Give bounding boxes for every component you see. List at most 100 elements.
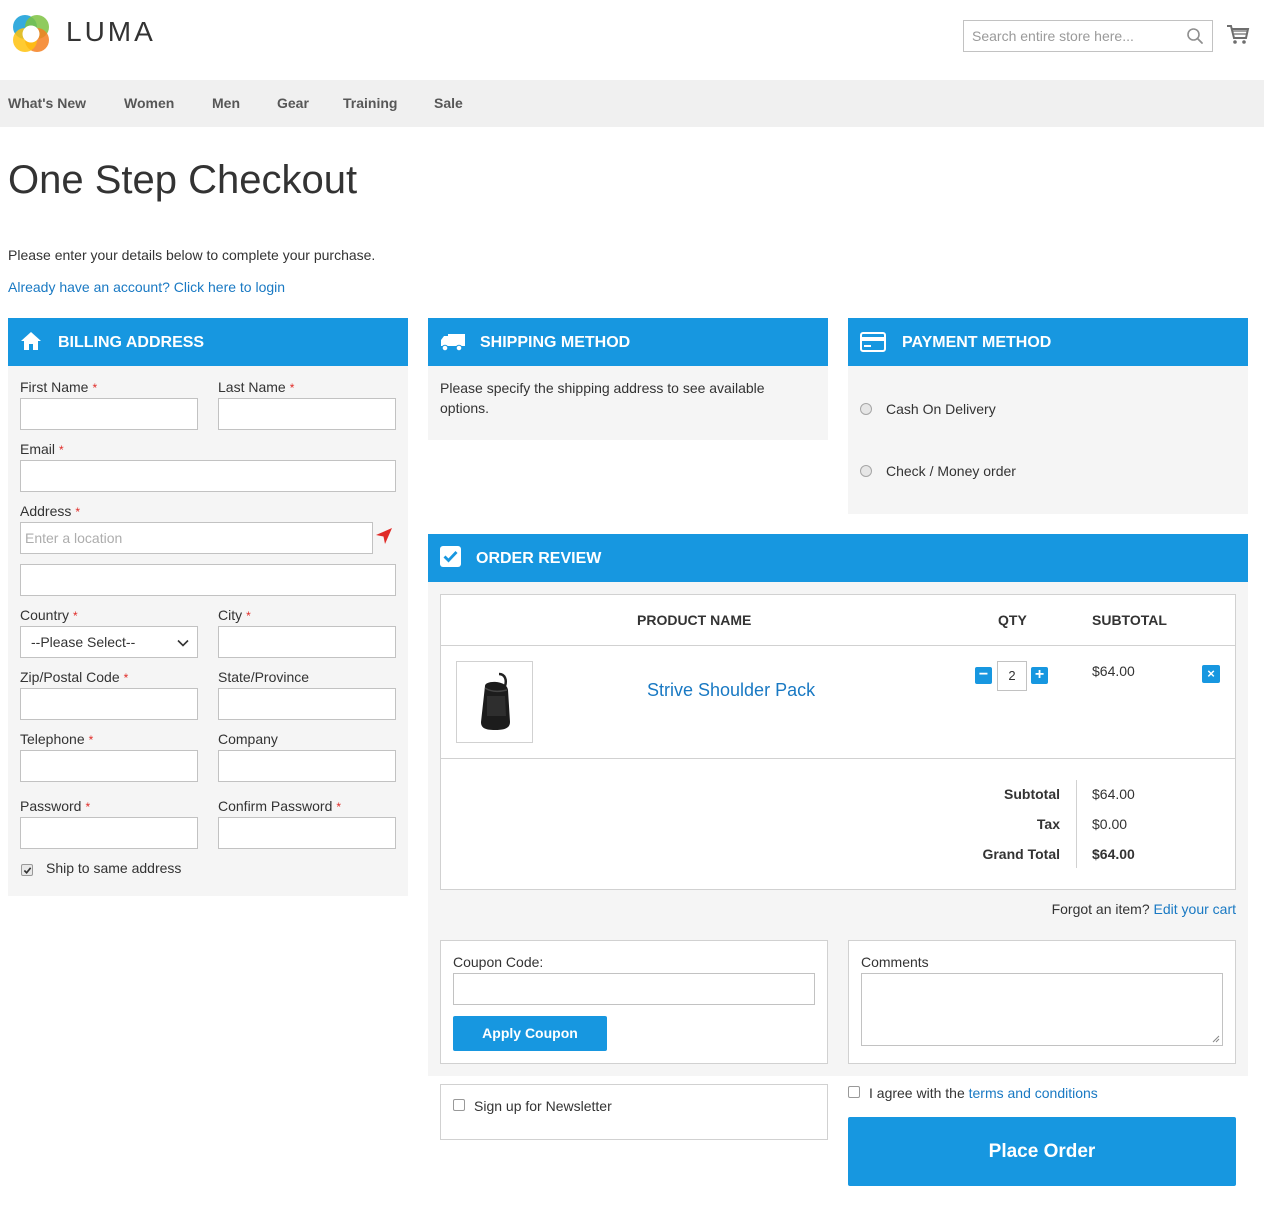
intro-text: Please enter your details below to compl… [8,247,376,263]
locate-arrow-icon[interactable] [375,527,393,545]
required-mark: * [123,671,129,685]
required-mark: * [289,381,295,395]
ship-same-label[interactable]: Ship to same address [46,860,181,876]
address-line2-field[interactable] [20,564,396,596]
email-input[interactable] [21,461,395,491]
shipping-title: SHIPPING METHOD [480,334,631,351]
password-label: Password * [20,798,90,814]
first-name-field[interactable] [20,398,198,430]
city-field[interactable] [218,626,396,658]
first-name-input[interactable] [21,399,197,429]
newsletter-label[interactable]: Sign up for Newsletter [474,1098,612,1114]
zip-input[interactable] [21,689,197,719]
coupon-field[interactable] [453,973,815,1005]
company-input[interactable] [219,751,395,781]
credit-card-icon [860,332,886,352]
cart-icon[interactable] [1226,22,1250,46]
forgot-item-line: Forgot an item? Edit your cart [1052,901,1236,917]
nav-item-whats-new[interactable]: What's New [8,80,86,127]
login-link[interactable]: Already have an account? Click here to l… [8,279,285,295]
luma-logo-icon[interactable] [8,11,54,57]
password-input[interactable] [21,818,197,848]
qty-input[interactable]: 2 [997,661,1027,691]
state-input[interactable] [219,689,395,719]
shipping-header: SHIPPING METHOD [428,318,828,366]
item-subtotal: $64.00 [1092,663,1135,679]
nav-item-gear[interactable]: Gear [277,80,309,127]
country-select[interactable]: --Please Select-- [20,626,198,658]
billing-header: BILLING ADDRESS [8,318,408,366]
city-input[interactable] [219,627,395,657]
search-icon[interactable] [1186,27,1204,45]
confirm-password-input[interactable] [219,818,395,848]
column-header-subtotal: SUBTOTAL [1092,612,1167,628]
last-name-label: Last Name * [218,379,294,395]
coupon-input[interactable] [454,974,814,1004]
terms-link[interactable]: terms and conditions [969,1085,1098,1101]
address-field[interactable] [20,522,373,554]
product-thumbnail[interactable] [456,661,533,743]
country-label: Country * [20,607,78,623]
address-line2-input[interactable] [21,565,395,595]
terms-checkbox[interactable] [848,1086,860,1098]
grand-total-label: Grand Total [982,846,1060,862]
page-title: One Step Checkout [8,158,358,202]
nav-item-training[interactable]: Training [343,80,397,127]
state-field[interactable] [218,688,396,720]
email-field[interactable] [20,460,396,492]
tax-value: $0.00 [1092,816,1128,832]
place-order-button[interactable]: Place Order [848,1117,1236,1186]
edit-cart-link[interactable]: Edit your cart [1154,901,1236,917]
column-header-qty: QTY [998,612,1027,628]
search-input[interactable] [964,21,1174,51]
address-label-text: Address [20,503,72,519]
forgot-item-text: Forgot an item? [1051,901,1150,917]
city-label: City * [218,607,251,623]
checkbox-checked-icon [440,546,461,567]
truck-icon [441,334,465,352]
country-select-value: --Please Select-- [31,634,136,650]
nav-item-men[interactable]: Men [212,80,240,127]
home-icon [21,332,41,350]
payment-option-check[interactable]: Check / Money order [886,463,1016,479]
confirm-password-label: Confirm Password * [218,798,341,814]
grand-total-value: $64.00 [1092,846,1135,862]
qty-increase-button[interactable]: + [1031,667,1048,684]
product-name-link[interactable]: Strive Shoulder Pack [647,680,815,701]
logo-text[interactable]: LUMA [66,16,156,48]
confirm-password-field[interactable] [218,817,396,849]
tax-label: Tax [1036,816,1060,832]
qty-decrease-button[interactable]: − [975,667,992,684]
search-box[interactable] [963,20,1213,52]
checkmark-icon [23,867,32,874]
password-field[interactable] [20,817,198,849]
comments-textarea[interactable] [861,973,1223,1046]
city-label-text: City [218,607,243,623]
first-name-label-text: First Name [20,379,89,395]
last-name-field[interactable] [218,398,396,430]
terms-prefix: I agree with the [869,1085,965,1101]
table-divider [441,758,1235,759]
remove-item-button[interactable]: × [1202,665,1220,683]
required-mark: * [73,609,78,623]
zip-label-text: Zip/Postal Code [20,669,120,685]
telephone-field[interactable] [20,750,198,782]
payment-radio-check[interactable] [860,465,872,477]
resize-handle-icon[interactable] [1212,1035,1220,1043]
last-name-input[interactable] [219,399,395,429]
nav-item-women[interactable]: Women [124,80,174,127]
payment-header: PAYMENT METHOD [848,318,1248,366]
first-name-label: First Name * [20,379,97,395]
ship-same-checkbox[interactable] [21,864,33,876]
address-input[interactable] [21,523,372,553]
nav-item-sale[interactable]: Sale [434,80,463,127]
apply-coupon-button[interactable]: Apply Coupon [453,1016,607,1051]
telephone-input[interactable] [21,751,197,781]
newsletter-checkbox[interactable] [453,1099,465,1111]
zip-label: Zip/Postal Code * [20,669,128,685]
confirm-password-label-text: Confirm Password [218,798,333,814]
payment-radio-cod[interactable] [860,403,872,415]
zip-field[interactable] [20,688,198,720]
company-field[interactable] [218,750,396,782]
payment-option-cod[interactable]: Cash On Delivery [886,401,996,417]
